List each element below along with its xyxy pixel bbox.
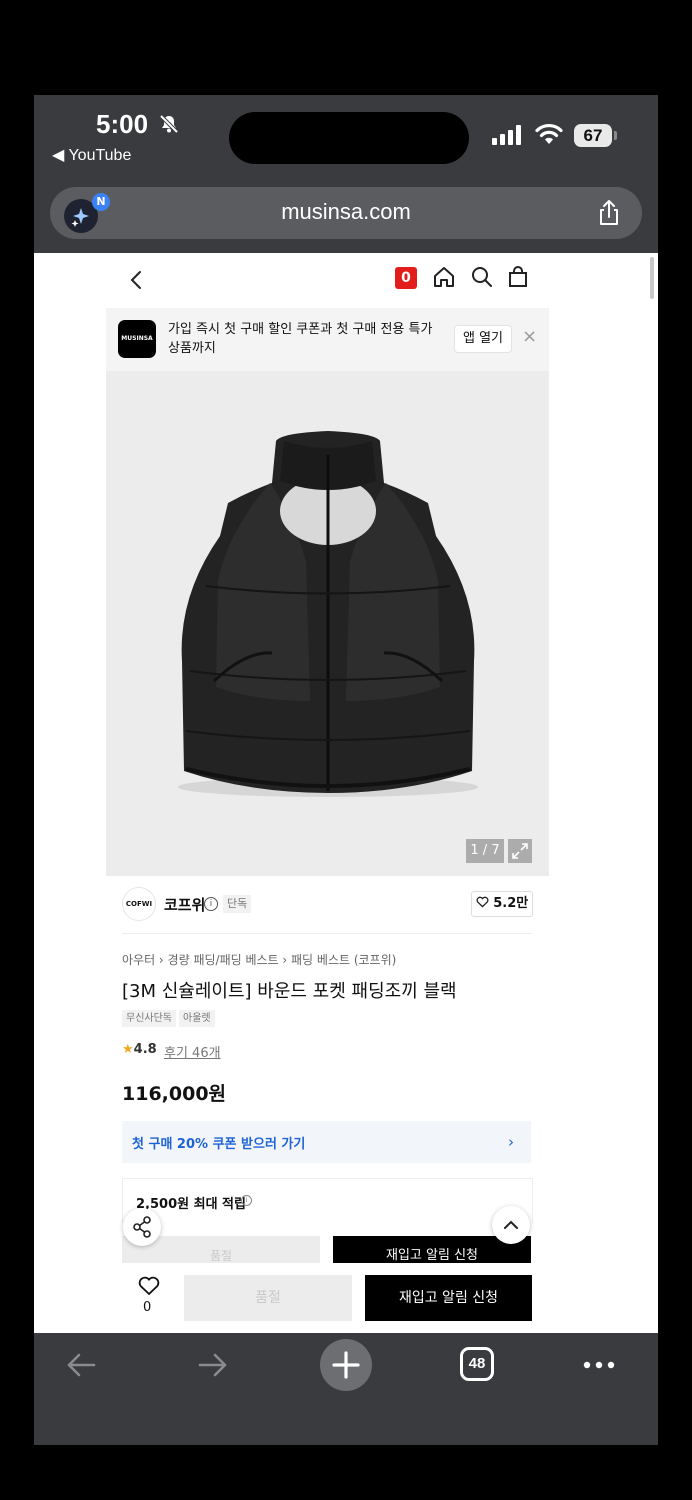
url-text[interactable]: musinsa.com: [34, 199, 658, 225]
exclusive-tag: 단독: [223, 895, 252, 913]
browser-back-icon[interactable]: [64, 1350, 98, 1384]
app-install-banner: MUSINSA 가입 즉시 첫 구매 할인 쿠폰과 첫 구매 전용 특가 상품까…: [106, 308, 549, 371]
brand-name[interactable]: 코프위: [164, 894, 205, 915]
chevron-right-icon: ›: [508, 1133, 514, 1151]
browser-forward-icon[interactable]: [196, 1350, 230, 1384]
signal-icon: [492, 125, 526, 149]
back-to-youtube[interactable]: ◀ YouTube: [52, 145, 131, 165]
more-menu-icon[interactable]: [582, 1357, 616, 1377]
status-time: 5:00: [96, 109, 149, 139]
soldout-button: 품절: [184, 1275, 352, 1321]
share-button[interactable]: [123, 1208, 161, 1246]
chevron-up-icon: [504, 1220, 518, 1229]
wishlist-heart-icon[interactable]: [138, 1276, 160, 1300]
product-tag: 아울렛: [179, 1010, 215, 1027]
brand-like-count: 5.2만: [493, 896, 529, 911]
breadcrumb[interactable]: 아우터 › 경량 패딩/패딩 베스트 › 패딩 베스트 (코프위): [122, 951, 396, 968]
battery-level: 67: [574, 124, 612, 147]
coupon-link[interactable]: 첫 구매 20% 쿠폰 받으러 가기 ›: [122, 1121, 531, 1163]
brand-info-icon[interactable]: i: [204, 897, 218, 911]
points-info-icon[interactable]: i: [241, 1195, 252, 1206]
phone-screen: 5:00 ◀ YouTube 67 N musinsa.com 0 MUSINS…: [34, 95, 658, 1445]
product-title: [3M 신슐레이트] 바운드 포켓 패딩조끼 블랙: [122, 981, 457, 1002]
product-tag: 무신사단독: [122, 1010, 176, 1027]
rating: ★4.8: [122, 1042, 157, 1057]
brand-like-button[interactable]: 5.2만: [471, 891, 533, 917]
recent-count-badge[interactable]: 0: [395, 267, 417, 289]
wifi-icon: [534, 122, 564, 150]
rating-value: 4.8: [133, 1042, 157, 1057]
close-banner-button[interactable]: ×: [522, 326, 537, 347]
shopping-bag-icon[interactable]: [506, 265, 530, 293]
search-icon[interactable]: [470, 265, 494, 293]
share-nodes-icon: [133, 1216, 151, 1238]
coupon-text: 첫 구매 20% 쿠폰 받으러 가기: [132, 1137, 306, 1152]
battery-tip: [614, 131, 617, 140]
points-accordion[interactable]: 2,500원 최대 적립 i: [122, 1178, 533, 1223]
scrollbar[interactable]: [650, 257, 654, 299]
product-image[interactable]: [106, 371, 549, 876]
review-link[interactable]: 후기 46개: [164, 1042, 221, 1061]
divider: [122, 933, 532, 934]
bell-muted-icon: [158, 113, 180, 139]
open-app-button[interactable]: 앱 열기: [454, 325, 513, 353]
wishlist-count: 0: [143, 1300, 152, 1315]
banner-text: 가입 즉시 첫 구매 할인 쿠폰과 첫 구매 전용 특가 상품까지: [168, 322, 433, 356]
back-arrow-icon[interactable]: [128, 269, 144, 295]
expand-icon[interactable]: [508, 839, 532, 863]
dynamic-island: [229, 112, 469, 164]
web-content: 0 MUSINSA 가입 즉시 첫 구매 할인 쿠폰과 첫 구매 전용 특가 상…: [34, 253, 658, 1333]
star-icon: ★: [122, 1042, 134, 1057]
scroll-to-top-button[interactable]: [492, 1206, 530, 1244]
plus-icon: [332, 1351, 360, 1379]
product-price: 116,000원: [122, 1083, 227, 1105]
share-icon[interactable]: [596, 199, 622, 231]
heart-icon: [476, 896, 489, 908]
tab-switcher-button[interactable]: 48: [460, 1347, 494, 1381]
gallery-counter: 1 / 7: [466, 839, 504, 863]
brand-logo[interactable]: COFWI: [122, 887, 156, 921]
restock-notify-button[interactable]: 재입고 알림 신청: [365, 1275, 532, 1321]
new-tab-button[interactable]: [320, 1339, 372, 1391]
musinsa-logo: MUSINSA: [118, 320, 156, 358]
home-icon[interactable]: [432, 265, 456, 293]
